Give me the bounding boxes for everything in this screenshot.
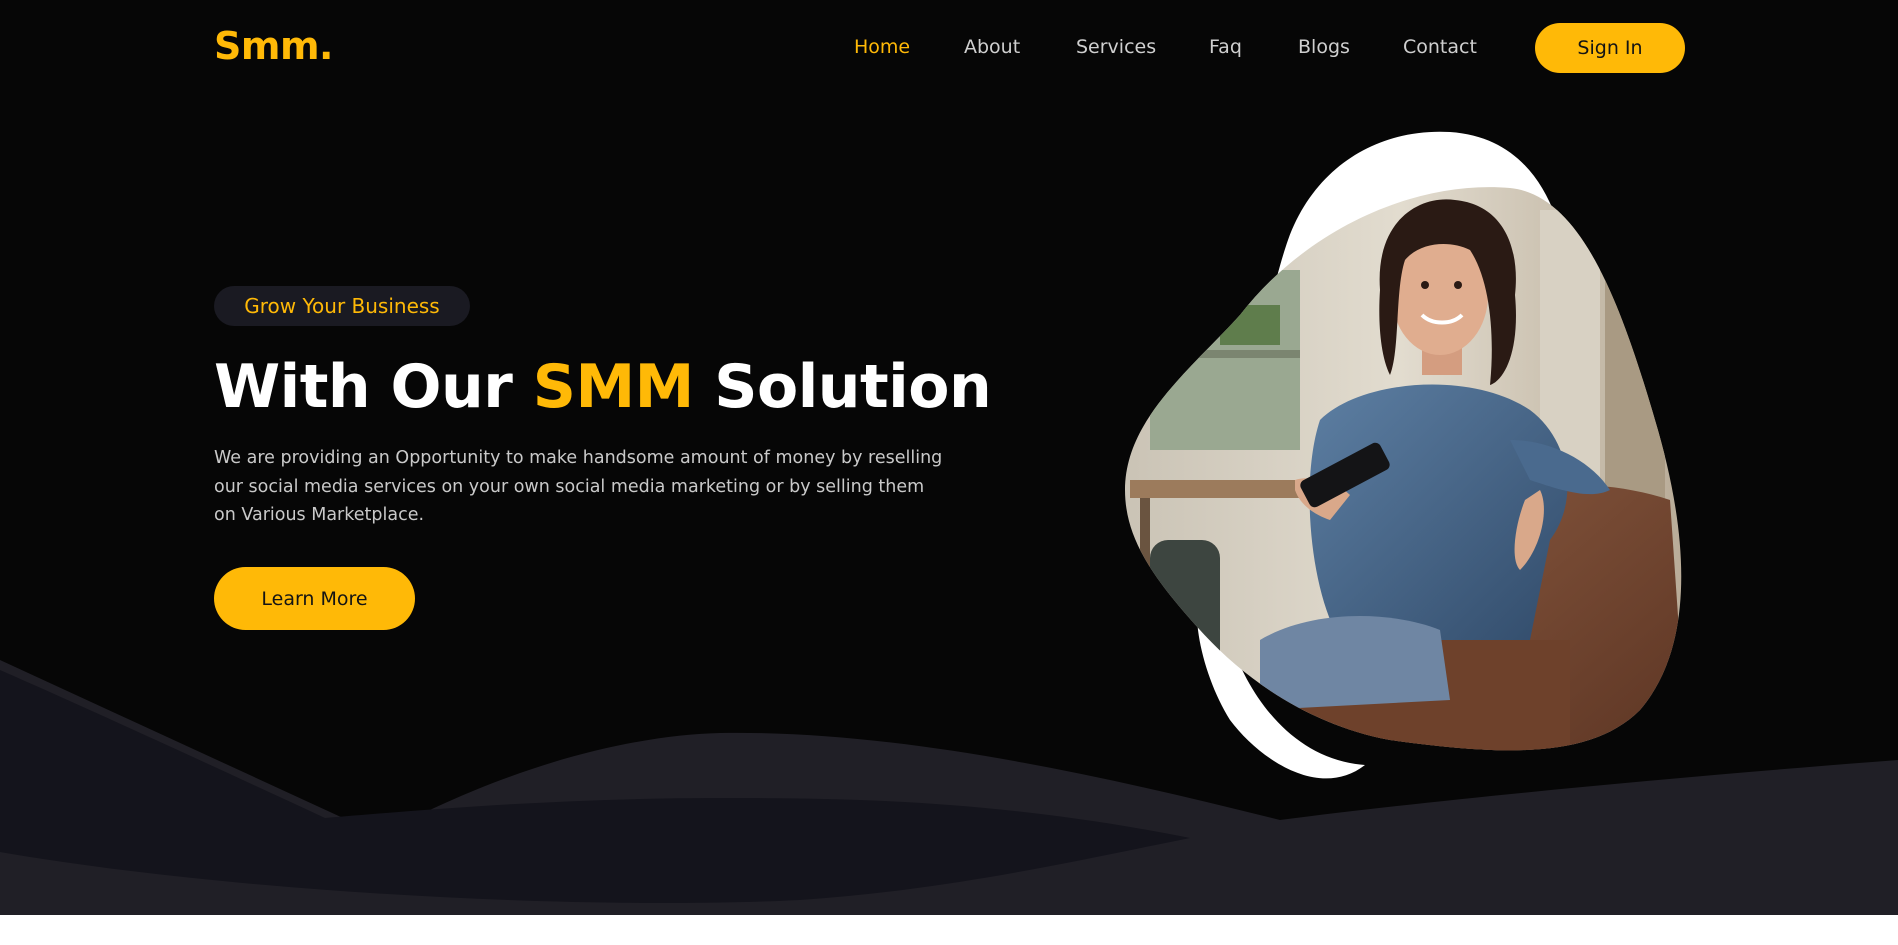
learn-more-button[interactable]: Learn More bbox=[214, 567, 415, 630]
hero-headline: With Our SMM Solution bbox=[214, 352, 992, 422]
brand-logo[interactable]: Smm. bbox=[214, 24, 334, 68]
nav-item-services[interactable]: Services bbox=[1076, 36, 1156, 58]
hero-badge: Grow Your Business bbox=[214, 286, 470, 326]
nav-item-contact[interactable]: Contact bbox=[1403, 36, 1477, 58]
hero-description: We are providing an Opportunity to make … bbox=[214, 448, 943, 525]
nav-item-home[interactable]: Home bbox=[854, 36, 910, 58]
hero-photo bbox=[1125, 131, 1682, 779]
nav-item-blogs[interactable]: Blogs bbox=[1298, 36, 1350, 58]
sign-in-button[interactable]: Sign In bbox=[1535, 23, 1685, 73]
headline-part-1: With Our bbox=[214, 352, 533, 422]
hero-section: Smm. Home About Services Faq Blogs Conta… bbox=[0, 0, 1898, 915]
page: Smm. Home About Services Faq Blogs Conta… bbox=[0, 0, 1898, 945]
headline-accent: SMM bbox=[532, 352, 695, 422]
nav-item-faq[interactable]: Faq bbox=[1209, 36, 1242, 58]
nav-item-about[interactable]: About bbox=[964, 36, 1020, 58]
headline-part-2: Solution bbox=[693, 352, 992, 422]
